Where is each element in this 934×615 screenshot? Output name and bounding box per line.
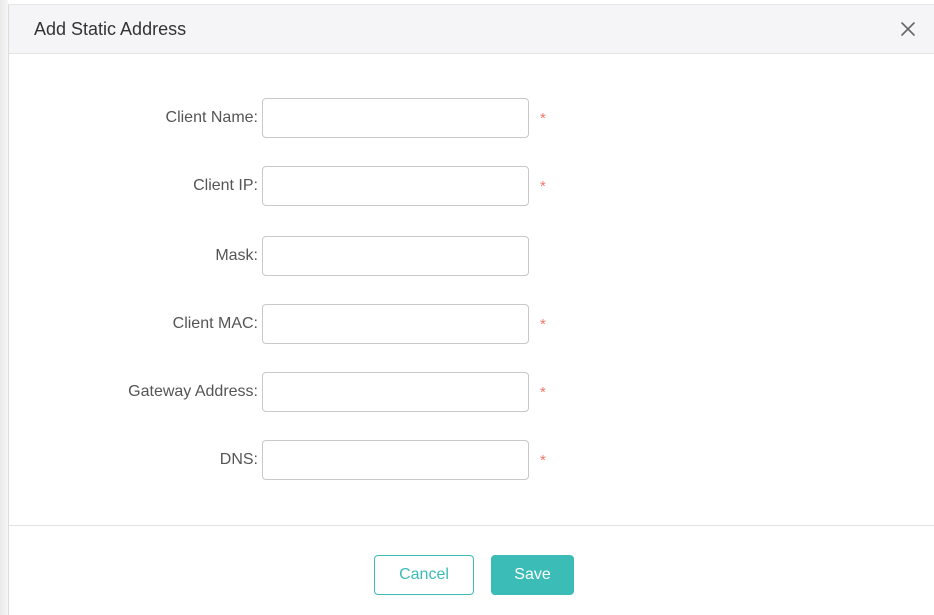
required-marker: * [540,316,546,333]
mask-input[interactable] [262,236,529,276]
client-mac-input[interactable] [262,304,529,344]
client-name-label: Client Name: [165,109,258,126]
form-row-dns: DNS: * [9,440,934,480]
client-name-input[interactable] [262,98,529,138]
client-ip-input[interactable] [262,166,529,206]
required-marker: * [540,178,546,195]
page: Add Static Address Client Name: * Client… [0,0,934,615]
client-mac-label: Client MAC: [172,315,258,332]
backdrop-edge [0,0,8,615]
form-row-client-mac: Client MAC: * [9,304,934,344]
gateway-address-input[interactable] [262,372,529,412]
dialog-title: Add Static Address [34,19,187,39]
form-row-gateway-address: Gateway Address: * [9,372,934,412]
save-button[interactable]: Save [491,555,574,595]
dialog-footer: Cancel Save [9,525,934,615]
client-ip-label: Client IP: [193,177,258,194]
cancel-button[interactable]: Cancel [374,555,474,595]
dns-input[interactable] [262,440,529,480]
dialog-header: Add Static Address [9,5,934,54]
add-static-address-dialog: Add Static Address Client Name: * Client… [8,4,934,615]
required-marker: * [540,110,546,127]
form-row-mask: Mask: [9,236,934,276]
close-icon[interactable] [896,17,920,41]
required-marker: * [540,384,546,401]
form-row-client-ip: Client IP: * [9,166,934,206]
required-marker: * [540,452,546,469]
dns-label: DNS: [219,451,258,468]
mask-label: Mask: [215,247,258,264]
gateway-address-label: Gateway Address: [128,383,258,400]
form-row-client-name: Client Name: * [9,98,934,138]
